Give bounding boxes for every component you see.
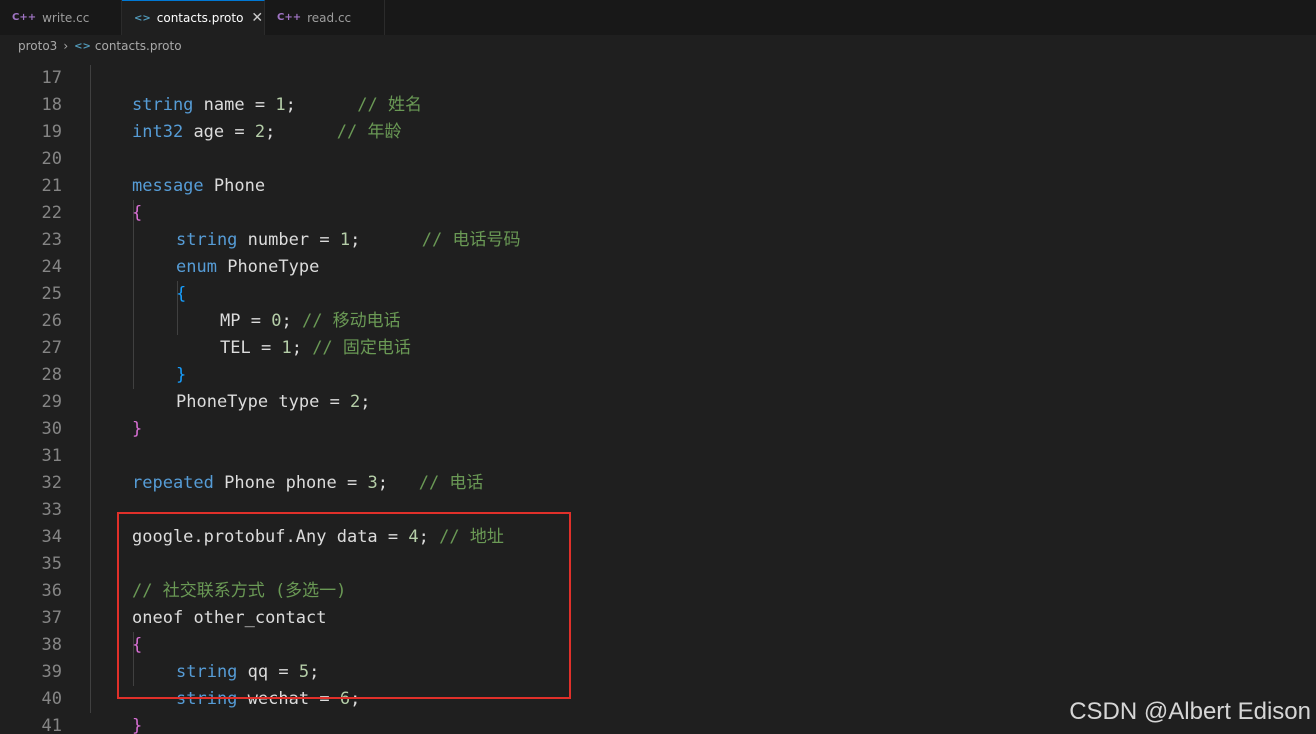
code-line: 23 enum PhoneType <box>0 200 1316 277</box>
code-line: 30 <box>0 389 1316 439</box>
proto-file-icon: <> <box>74 40 91 52</box>
code-line: 25 MP = 0; // 移动电话 <box>0 254 1316 331</box>
code-line: 20 message Phone <box>0 119 1316 196</box>
code-line: 31 repeated Phone phone = 3; // 电话 <box>0 416 1316 493</box>
code-line: 18 int32 age = 2; // 年龄 <box>0 65 1316 142</box>
close-icon[interactable]: ✕ <box>251 10 263 26</box>
tab-label: write.cc <box>42 10 90 25</box>
breadcrumb: proto3 › <> contacts.proto <box>0 35 1316 57</box>
tab-label: read.cc <box>307 10 352 25</box>
code-line: 33 google.protobuf.Any data = 4; // 地址 <box>0 470 1316 547</box>
tab-bar: C++ write.cc <> contacts.proto ✕ C++ rea… <box>0 0 1316 35</box>
code-line: 28 PhoneType type = 2; <box>0 335 1316 412</box>
breadcrumb-folder[interactable]: proto3 <box>18 39 57 53</box>
proto-file-icon: <> <box>134 12 151 24</box>
code-line: 24 { <box>0 227 1316 304</box>
code-line: 21 { <box>0 146 1316 223</box>
tab-write-cc[interactable]: C++ write.cc <box>0 0 122 35</box>
highlight-annotation-box <box>117 512 571 699</box>
tab-contacts-proto[interactable]: <> contacts.proto ✕ <box>122 0 265 35</box>
code-line: 27 } <box>0 308 1316 385</box>
cpp-file-icon: C++ <box>277 12 302 23</box>
tab-label: contacts.proto <box>156 11 244 25</box>
chevron-right-icon: › <box>63 39 69 53</box>
code-line: 26 TEL = 1; // 固定电话 <box>0 281 1316 358</box>
code-line: 17 string name = 1; // 姓名 <box>0 57 1316 115</box>
code-line: 22 string number = 1; // 电话号码 <box>0 173 1316 250</box>
code-line: 19 <box>0 92 1316 142</box>
code-editor[interactable]: 17 string name = 1; // 姓名 18 int32 age =… <box>0 57 1316 734</box>
breadcrumb-file[interactable]: contacts.proto <box>95 39 182 53</box>
tab-read-cc[interactable]: C++ read.cc <box>265 0 385 35</box>
code-line: 29 } <box>0 362 1316 439</box>
cpp-file-icon: C++ <box>12 12 37 23</box>
code-line: 32 <box>0 443 1316 493</box>
watermark: CSDN @Albert Edison <box>1069 698 1311 725</box>
